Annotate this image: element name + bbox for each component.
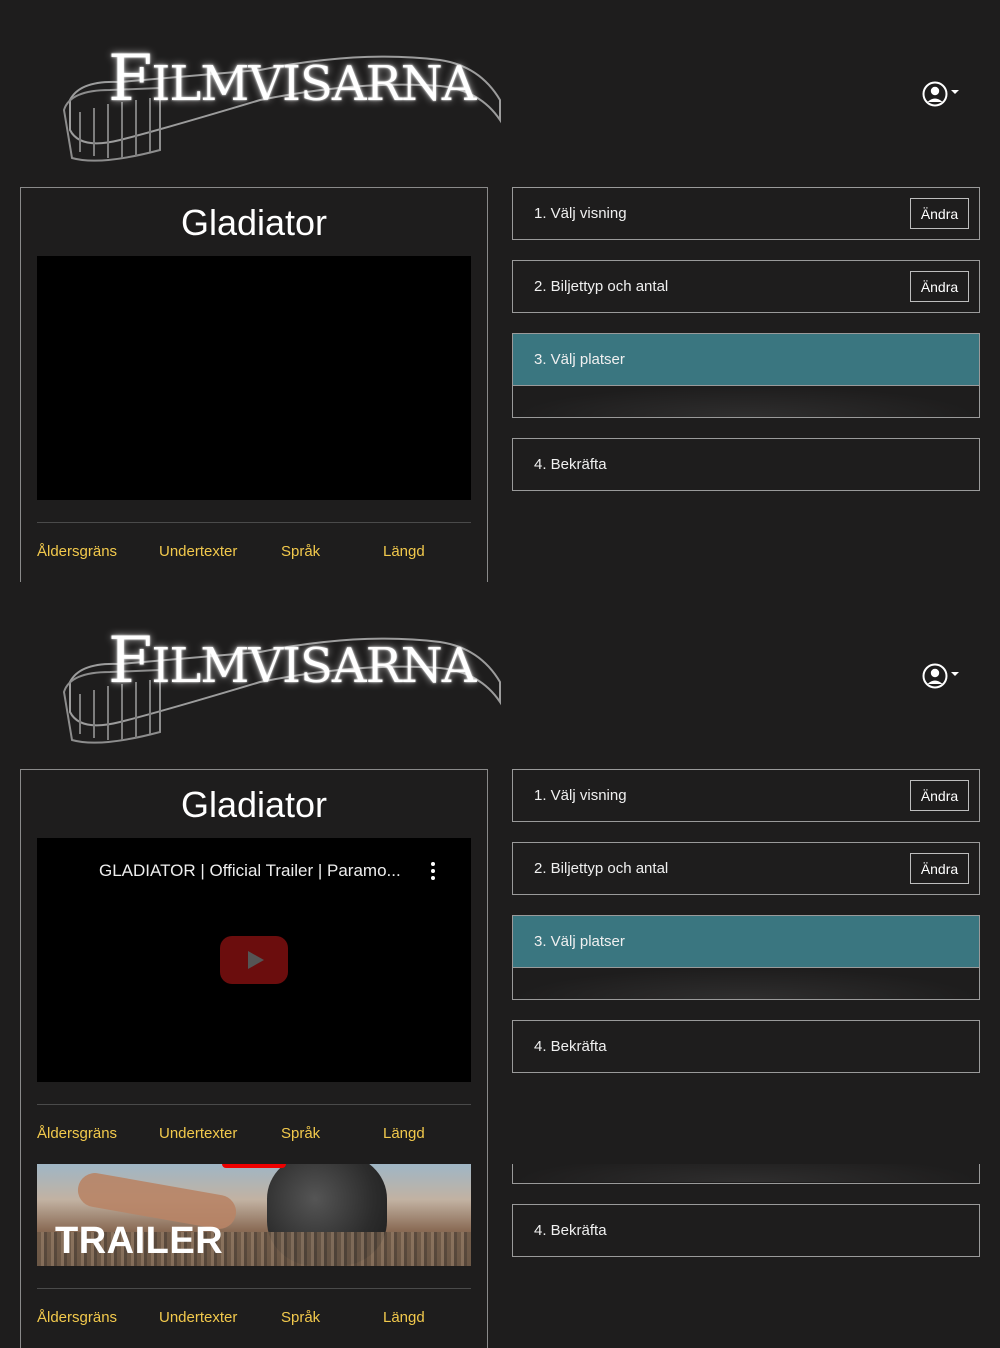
age-rating-label: Åldersgräns xyxy=(37,543,118,560)
step-label: 2. Biljettyp och antal xyxy=(534,278,669,295)
seat-map-area[interactable] xyxy=(513,967,979,999)
divider xyxy=(37,522,471,523)
age-rating-label: Åldersgräns xyxy=(37,1309,118,1326)
divider xyxy=(37,1104,471,1105)
trailer-player[interactable] xyxy=(37,256,471,500)
language-label: Språk xyxy=(281,1309,321,1326)
duration-label: Längd xyxy=(383,543,425,560)
duration-label: Längd xyxy=(383,1309,425,1326)
trailer-title[interactable]: GLADIATOR | Official Trailer | Paramo... xyxy=(99,861,401,881)
step-choose-seats[interactable]: 3. Välj platser xyxy=(512,915,980,1000)
movie-title: Gladiator xyxy=(180,784,328,825)
screen-state-video-loaded: FILMVISARNA Gladiator GLADIATOR | Offici… xyxy=(0,582,1000,1164)
language-label: Språk xyxy=(281,543,321,560)
movie-card: Gladiator GLADIATOR | Official Trailer |… xyxy=(20,769,488,1164)
change-showing-button[interactable]: Ändra xyxy=(910,198,969,229)
user-menu-toggle[interactable] xyxy=(922,80,964,108)
seat-map-area[interactable] xyxy=(513,385,979,417)
movie-title: Gladiator xyxy=(180,202,328,243)
age-rating-label: Åldersgräns xyxy=(37,1125,118,1142)
chevron-down-icon xyxy=(951,672,959,676)
language-label: Språk xyxy=(281,1125,321,1142)
more-options-icon[interactable] xyxy=(429,862,437,880)
step-confirm[interactable]: 4. Bekräfta xyxy=(512,1020,980,1073)
change-tickets-button[interactable]: Ändra xyxy=(910,271,969,302)
step-ticket-type: 2. Biljettyp och antal Ändra xyxy=(512,260,980,313)
step-label: 4. Bekräfta xyxy=(534,1222,607,1239)
divider xyxy=(37,1288,471,1289)
step-label: 3. Välj platser xyxy=(534,933,625,950)
step-label: 1. Välj visning xyxy=(534,787,627,804)
user-menu-toggle[interactable] xyxy=(922,662,964,690)
step-label: 4. Bekräfta xyxy=(534,1038,607,1055)
play-button-edge xyxy=(222,1164,286,1168)
seat-map-area[interactable] xyxy=(513,1164,979,1182)
change-tickets-button[interactable]: Ändra xyxy=(910,853,969,884)
step-label: 4. Bekräfta xyxy=(534,456,607,473)
trailer-thumbnail[interactable]: TRAILER xyxy=(37,1164,471,1266)
logo-wordmark: FILMVISARNA xyxy=(108,42,476,116)
change-showing-button[interactable]: Ändra xyxy=(910,780,969,811)
movie-card: Gladiator Åldersgräns Undertexter Språk … xyxy=(20,187,488,582)
step-label: 1. Välj visning xyxy=(534,205,627,222)
step-label: 2. Biljettyp och antal xyxy=(534,860,669,877)
subtitles-label: Undertexter xyxy=(159,1309,238,1326)
subtitles-label: Undertexter xyxy=(159,1125,238,1142)
screen-state-initial: FILMVISARNA Gladiator Åldersgräns Undert… xyxy=(0,0,1000,582)
logo-wordmark: FILMVISARNA xyxy=(108,624,476,698)
step-label: 3. Välj platser xyxy=(534,351,625,368)
play-button[interactable] xyxy=(220,936,288,984)
step-ticket-type: 2. Biljettyp och antal Ändra xyxy=(512,842,980,895)
play-icon xyxy=(248,951,264,969)
step-confirm[interactable]: 4. Bekräfta xyxy=(512,1204,980,1257)
duration-label: Längd xyxy=(383,1125,425,1142)
user-circle-icon xyxy=(922,663,948,689)
site-logo[interactable]: FILMVISARNA xyxy=(60,622,510,752)
subtitles-label: Undertexter xyxy=(159,543,238,560)
screen-state-scrolled: TRAILER Åldersgräns Undertexter Språk Lä… xyxy=(0,1164,1000,1348)
step-confirm[interactable]: 4. Bekräfta xyxy=(512,438,980,491)
trailer-overlay-text: TRAILER xyxy=(55,1220,224,1262)
user-circle-icon xyxy=(922,81,948,107)
trailer-player[interactable]: GLADIATOR | Official Trailer | Paramo... xyxy=(37,838,471,1082)
step-choose-seats[interactable] xyxy=(512,1164,980,1184)
site-logo[interactable]: FILMVISARNA xyxy=(60,40,510,170)
step-choose-showing: 1. Välj visning Ändra xyxy=(512,187,980,240)
chevron-down-icon xyxy=(951,90,959,94)
step-choose-seats[interactable]: 3. Välj platser xyxy=(512,333,980,418)
step-choose-showing: 1. Välj visning Ändra xyxy=(512,769,980,822)
